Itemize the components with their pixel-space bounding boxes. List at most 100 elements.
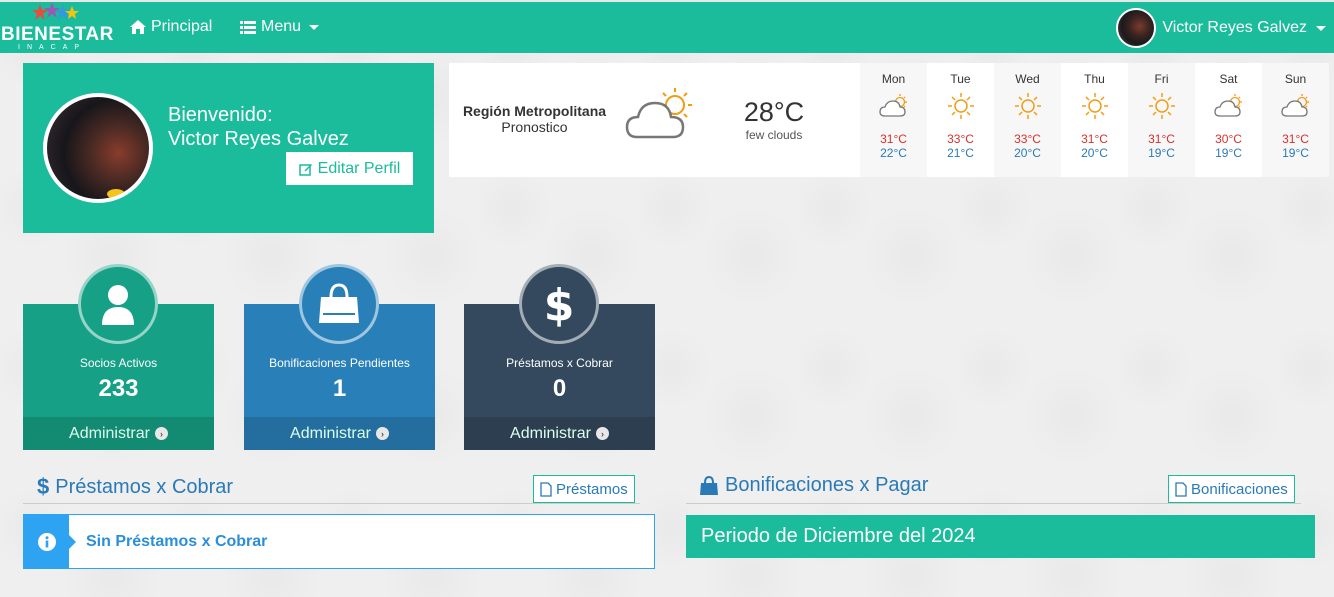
temp-low: 19°C	[1282, 146, 1309, 160]
current-desc: few clouds	[745, 128, 803, 142]
greeting: Bienvenido:	[168, 104, 273, 126]
tile-value: 233	[98, 375, 139, 402]
user-icon	[102, 285, 134, 325]
bonificaciones-button[interactable]: Bonificaciones	[1168, 475, 1295, 503]
nav-menu[interactable]: Menu	[240, 18, 320, 36]
welcome-card: Bienvenido: Victor Reyes Galvez Editar P…	[23, 63, 434, 233]
arrow-circle-right-icon: ›	[154, 427, 168, 440]
tile-action-label: Administrar	[510, 424, 591, 442]
tile-socios-activos: Socios Activos 233 Administrar ›	[23, 264, 214, 450]
prestamos-info-alert: Sin Préstamos x Cobrar	[23, 514, 655, 569]
chevron-down-icon	[309, 24, 320, 30]
stars-logo-icon	[32, 2, 79, 20]
home-icon	[130, 20, 146, 34]
administrar-socios-link[interactable]: Administrar ›	[23, 417, 214, 450]
chevron-down-icon	[1316, 25, 1326, 31]
nav-principal-label: Principal	[151, 18, 213, 35]
weather-widget: Región Metropolitana Pronostico 28°C few…	[449, 63, 1329, 177]
day-name: Tue	[950, 72, 971, 86]
dollar-icon: $	[37, 474, 50, 499]
tile-action-label: Administrar	[69, 424, 150, 442]
region-subtitle: Pronostico	[501, 119, 568, 135]
region-name: Región Metropolitana	[462, 103, 607, 119]
period-banner: Periodo de Diciembre del 2024	[686, 515, 1315, 558]
edit-profile-button[interactable]: Editar Perfil	[286, 152, 413, 185]
day-name: Sat	[1219, 72, 1238, 86]
dollar-icon: $	[544, 280, 574, 328]
tile-icon-circle	[78, 264, 158, 344]
tile-value: 0	[552, 375, 567, 402]
temp-low: 19°C	[1215, 146, 1242, 160]
weather-region: Región Metropolitana Pronostico	[449, 103, 620, 135]
sun-icon	[1014, 93, 1041, 119]
logo[interactable]: BIENESTAR INACAP	[0, 2, 118, 55]
bonificaciones-section-title: Bonificaciones x Pagar	[699, 474, 928, 497]
prestamos-section-title: $ Préstamos x Cobrar	[37, 474, 233, 500]
temp-high: 30°C	[1215, 132, 1242, 146]
file-icon	[1175, 481, 1187, 497]
forecast-day: Sun 31°C 19°C	[1262, 63, 1329, 177]
temp-high: 31°C	[1081, 132, 1108, 146]
logo-subtext: INACAP	[18, 44, 87, 51]
arrow-circle-right-icon: ›	[375, 427, 389, 440]
forecast-days: Mon 31°C 22°C Tue 33°C 21°C Wed 33°C 20°…	[860, 63, 1329, 177]
top-navbar: BIENESTAR INACAP Principal Menu Victor R…	[0, 0, 1334, 53]
nav-menu-label: Menu	[261, 18, 302, 35]
tile-label: Préstamos x Cobrar	[506, 356, 613, 370]
forecast-day: Sat 30°C 19°C	[1195, 63, 1262, 177]
temp-low: 20°C	[1014, 146, 1041, 160]
user-menu[interactable]: Victor Reyes Galvez	[1116, 8, 1326, 48]
tile-label: Socios Activos	[79, 356, 158, 370]
temp-high: 31°C	[1148, 132, 1175, 146]
prestamos-button-label: Préstamos	[556, 480, 628, 498]
nav-principal[interactable]: Principal	[130, 18, 212, 36]
partly-cloudy-icon	[625, 88, 692, 139]
sun-icon	[1148, 93, 1175, 119]
prestamos-button[interactable]: Préstamos	[533, 475, 635, 503]
tile-action-label: Administrar	[290, 424, 371, 442]
svg-text:$: $	[544, 280, 574, 328]
day-name: Fri	[1154, 72, 1169, 86]
alert-text: Sin Préstamos x Cobrar	[86, 533, 268, 550]
arrow-circle-right-icon: ›	[595, 427, 609, 440]
temp-low: 22°C	[880, 146, 907, 160]
profile-avatar	[43, 93, 153, 203]
day-name: Thu	[1084, 72, 1105, 86]
tile-value: 1	[332, 375, 347, 402]
user-name: Victor Reyes Galvez	[1162, 19, 1307, 36]
current-weather: 28°C few clouds	[739, 97, 809, 142]
administrar-prestamos-link[interactable]: Administrar ›	[464, 417, 655, 450]
temp-low: 20°C	[1081, 146, 1108, 160]
tile-label: Bonificaciones Pendientes	[269, 356, 410, 370]
logo-text: BIENESTAR	[1, 24, 114, 45]
divider	[23, 503, 640, 504]
file-icon	[540, 481, 552, 497]
info-icon-box	[24, 515, 76, 568]
welcome-text: Bienvenido: Victor Reyes Galvez	[168, 103, 349, 151]
administrar-bonificaciones-link[interactable]: Administrar ›	[244, 417, 435, 450]
bonificaciones-button-label: Bonificaciones	[1191, 480, 1288, 498]
edit-icon	[298, 163, 312, 176]
temp-high: 31°C	[1282, 132, 1309, 146]
temp-high: 33°C	[1014, 132, 1041, 146]
partly-cloudy-icon	[878, 94, 907, 117]
day-name: Sun	[1284, 72, 1307, 86]
forecast-day: Tue 33°C 21°C	[927, 63, 994, 177]
shopping-bag-icon	[319, 283, 359, 323]
forecast-day: Wed 33°C 20°C	[994, 63, 1061, 177]
sun-icon	[947, 93, 974, 119]
temp-high: 31°C	[880, 132, 907, 146]
shopping-bag-icon	[700, 475, 718, 495]
day-name: Mon	[881, 72, 906, 86]
divider	[686, 503, 1301, 504]
bonificaciones-title-text: Bonificaciones x Pagar	[725, 474, 929, 496]
avatar	[1116, 8, 1157, 48]
forecast-day: Mon 31°C 22°C	[860, 63, 927, 177]
partly-cloudy-icon	[1213, 94, 1242, 117]
tile-bonificaciones-pendientes: Bonificaciones Pendientes 1 Administrar …	[244, 264, 435, 450]
forecast-day: Thu 31°C 20°C	[1061, 63, 1128, 177]
edit-profile-label: Editar Perfil	[317, 159, 401, 177]
temp-high: 33°C	[947, 132, 974, 146]
day-name: Wed	[1015, 72, 1040, 86]
tile-prestamos-cobrar: $ Préstamos x Cobrar 0 Administrar ›	[464, 264, 655, 450]
